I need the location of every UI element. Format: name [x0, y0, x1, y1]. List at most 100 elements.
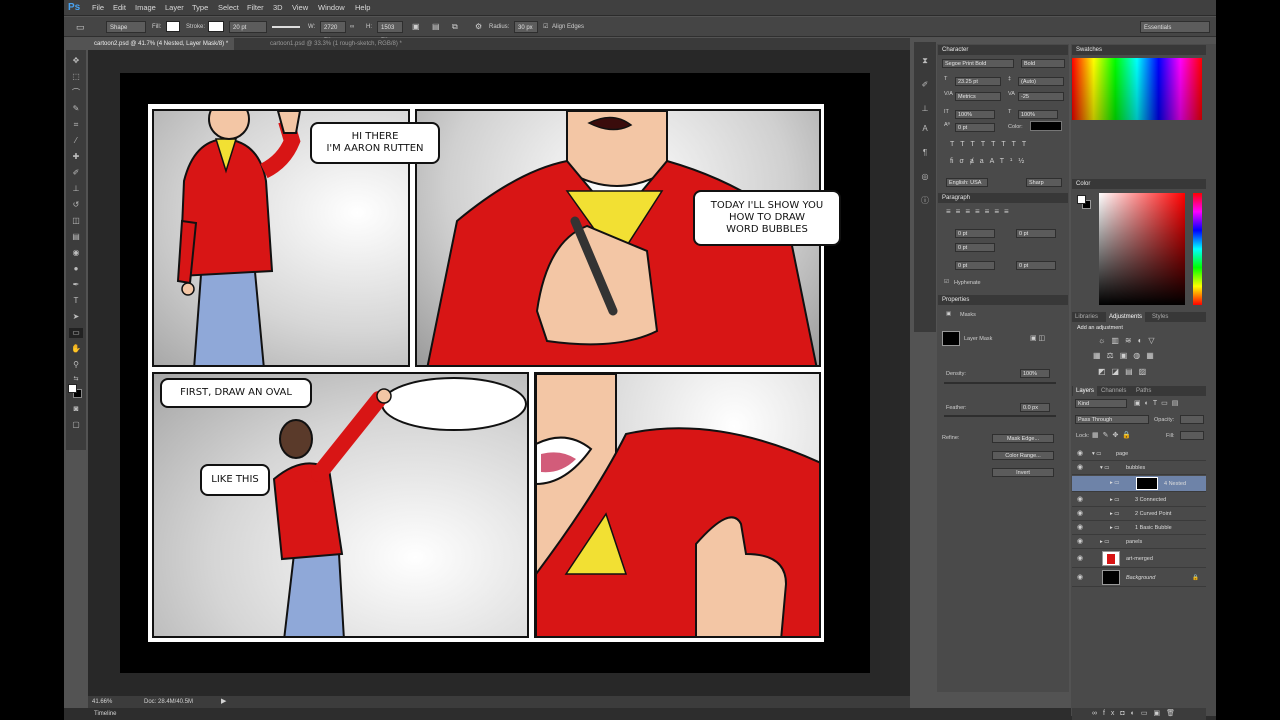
- opacity-field[interactable]: [1180, 415, 1204, 424]
- zoom-tool-icon[interactable]: ⚲: [69, 360, 83, 370]
- layer-group-bubbles[interactable]: ◉ ▾ ▭ bubbles: [1072, 461, 1206, 475]
- character-panel-header[interactable]: Character: [938, 45, 1068, 55]
- height-field[interactable]: 1503 px: [377, 21, 403, 43]
- alignment-buttons[interactable]: ≡≡≡≡≡≡≡: [946, 207, 1014, 216]
- layer-art-merged[interactable]: ◉ art-merged: [1072, 550, 1206, 568]
- eraser-tool-icon[interactable]: ◫: [69, 216, 83, 226]
- workspace-select[interactable]: Essentials: [1140, 21, 1210, 33]
- type-tool-icon[interactable]: T: [69, 296, 83, 306]
- path-operations-icon[interactable]: ▣: [412, 21, 420, 33]
- crop-tool-icon[interactable]: ⌗: [69, 120, 83, 130]
- feather-slider[interactable]: [944, 415, 1056, 417]
- swatches-grid[interactable]: [1072, 58, 1202, 120]
- density-field[interactable]: 100%: [1020, 369, 1050, 378]
- language-select[interactable]: English: USA: [946, 178, 988, 187]
- tab-styles[interactable]: Styles: [1152, 312, 1168, 322]
- glyph-panel-icon[interactable]: ◎: [918, 172, 932, 182]
- brush-panel-icon[interactable]: ✐: [918, 80, 932, 90]
- menu-image[interactable]: Image: [135, 0, 156, 16]
- text-style-buttons[interactable]: TTTTTTTT: [950, 141, 1032, 148]
- tab-channels[interactable]: Channels: [1101, 386, 1126, 396]
- tracking-field[interactable]: -25: [1018, 92, 1064, 101]
- layer-group-panels[interactable]: ◉ ▸ ▭ panels: [1072, 535, 1206, 549]
- stamp-tool-icon[interactable]: ⊥: [69, 184, 83, 194]
- menu-filter[interactable]: Filter: [247, 0, 264, 16]
- path-arrangement-icon[interactable]: ⧉: [452, 21, 458, 33]
- paragraph-panel-header[interactable]: Paragraph: [938, 193, 1068, 203]
- layer-background[interactable]: ◉ Background 🔒: [1072, 569, 1206, 587]
- swatches-panel-header[interactable]: Swatches: [1072, 45, 1206, 55]
- invert-button[interactable]: Invert: [992, 468, 1054, 477]
- properties-panel-header[interactable]: Properties: [938, 295, 1068, 305]
- screen-mode-icon[interactable]: ▢: [69, 420, 83, 430]
- blur-tool-icon[interactable]: ◉: [69, 248, 83, 258]
- tab-libraries[interactable]: Libraries: [1075, 312, 1098, 322]
- link-icon[interactable]: ∞: [350, 21, 354, 33]
- visibility-eye-icon[interactable]: ◉: [1077, 496, 1085, 504]
- rectangle-tool-icon[interactable]: ▭: [69, 328, 83, 338]
- indent-right-field[interactable]: 0 pt: [1016, 229, 1056, 238]
- menu-file[interactable]: File: [92, 0, 104, 16]
- vertical-scale-field[interactable]: 100%: [955, 110, 995, 119]
- indent-left-field[interactable]: 0 pt: [955, 229, 995, 238]
- info-panel-icon[interactable]: ⓘ: [918, 196, 932, 206]
- character-panel-icon[interactable]: A: [918, 124, 932, 134]
- gradient-tool-icon[interactable]: ▤: [69, 232, 83, 242]
- layer-group-4-nested[interactable]: ▸ ▭ 4 Nested: [1072, 476, 1206, 492]
- brush-tool-icon[interactable]: ✐: [69, 168, 83, 178]
- quick-select-tool-icon[interactable]: ✎: [69, 104, 83, 114]
- color-field[interactable]: [1099, 193, 1185, 305]
- pen-tool-icon[interactable]: ✒: [69, 280, 83, 290]
- tool-mode-select[interactable]: Shape: [106, 21, 146, 33]
- dodge-tool-icon[interactable]: ●: [69, 264, 83, 274]
- tab-paths[interactable]: Paths: [1136, 386, 1151, 396]
- horizontal-scale-field[interactable]: 100%: [1018, 110, 1058, 119]
- tab-cartoon1[interactable]: cartoon1.psd @ 33.3% (1 rough-sketch, RG…: [264, 38, 408, 50]
- clone-panel-icon[interactable]: ⊥: [918, 104, 932, 114]
- text-color-swatch[interactable]: [1030, 121, 1062, 131]
- density-slider[interactable]: [944, 382, 1056, 384]
- font-size-field[interactable]: 23.25 pt: [955, 77, 1001, 86]
- space-after-field[interactable]: 0 pt: [1016, 261, 1056, 270]
- baseline-shift-field[interactable]: 0 pt: [955, 123, 995, 132]
- hue-slider[interactable]: [1193, 193, 1202, 305]
- mask-options-icon[interactable]: ▣ ◫: [1030, 334, 1045, 342]
- path-alignment-icon[interactable]: ▤: [432, 21, 440, 33]
- marquee-tool-icon[interactable]: ⬚: [69, 72, 83, 82]
- healing-tool-icon[interactable]: ✚: [69, 152, 83, 162]
- status-menu-arrow-icon[interactable]: ▶: [221, 696, 226, 708]
- fill-field[interactable]: [1180, 431, 1204, 440]
- layer-filter-icons[interactable]: ▣◐T▭▤: [1134, 399, 1182, 407]
- visibility-eye-icon[interactable]: ◉: [1077, 574, 1085, 582]
- gear-icon[interactable]: ⚙: [475, 21, 482, 33]
- fill-swatch[interactable]: [166, 21, 180, 32]
- foreground-color-swatch[interactable]: [68, 384, 77, 393]
- color-range-button[interactable]: Color Range...: [992, 451, 1054, 460]
- stroke-width-field[interactable]: 20 pt: [229, 21, 267, 33]
- adjustment-icons-row-3[interactable]: ◩◪▤▨: [1098, 367, 1152, 376]
- layer-group-3-connected[interactable]: ◉ ▸ ▭ 3 Connected: [1072, 493, 1206, 507]
- lasso-tool-icon[interactable]: ⌒: [69, 88, 83, 98]
- paragraph-panel-icon[interactable]: ¶: [918, 148, 932, 158]
- layer-group-1-basic-bubble[interactable]: ◉ ▸ ▭ 1 Basic Bubble: [1072, 521, 1206, 535]
- timeline-tab[interactable]: Timeline: [94, 708, 116, 720]
- anti-alias-select[interactable]: Sharp: [1026, 178, 1062, 187]
- lock-icons[interactable]: ▦✎✥🔒: [1092, 431, 1135, 439]
- layer-mask-thumbnail[interactable]: [942, 331, 960, 346]
- tab-adjustments[interactable]: Adjustments: [1106, 312, 1146, 322]
- layers-footer-icons[interactable]: ∞fx◘◐▭▣🗑: [1092, 709, 1181, 717]
- visibility-eye-icon[interactable]: ◉: [1077, 464, 1085, 472]
- visibility-eye-icon[interactable]: ◉: [1077, 538, 1085, 546]
- history-brush-tool-icon[interactable]: ↺: [69, 200, 83, 210]
- menu-select[interactable]: Select: [218, 0, 239, 16]
- menu-edit[interactable]: Edit: [113, 0, 126, 16]
- radius-field[interactable]: 30 px: [514, 21, 538, 33]
- visibility-eye-icon[interactable]: ◉: [1077, 555, 1085, 563]
- opentype-buttons[interactable]: ﬁσⱥaAT¹½: [950, 158, 1030, 165]
- kerning-field[interactable]: Metrics: [955, 92, 1001, 101]
- menu-window[interactable]: Window: [318, 0, 345, 16]
- color-panel-header[interactable]: Color: [1072, 179, 1206, 189]
- adjustment-icons-row-1[interactable]: ☼▥≋◐▽: [1098, 336, 1161, 345]
- width-field[interactable]: 2720 px: [320, 21, 346, 43]
- move-tool-icon[interactable]: ✥: [69, 56, 83, 66]
